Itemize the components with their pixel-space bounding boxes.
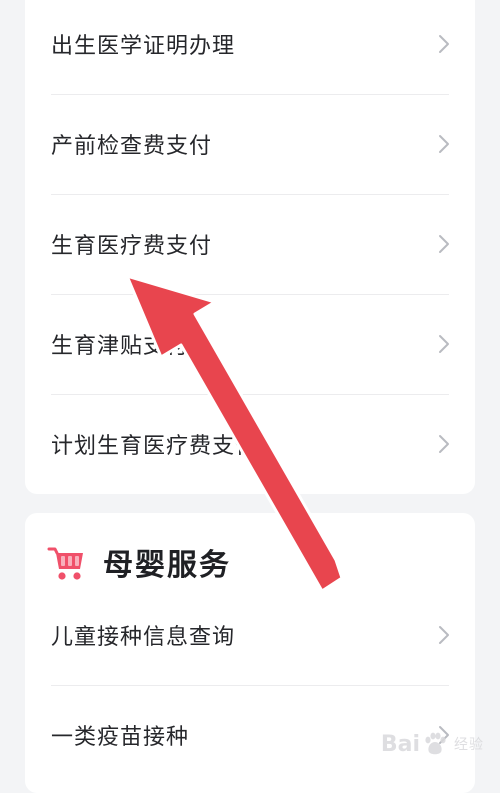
list-item-family-planning-fee[interactable]: 计划生育医疗费支付 xyxy=(25,394,475,494)
watermark-brand: Bai xyxy=(380,731,420,757)
chevron-right-icon xyxy=(439,135,449,153)
chevron-right-icon xyxy=(439,35,449,53)
list-item-label: 一类疫苗接种 xyxy=(51,725,190,750)
list-item-birth-certificate[interactable]: 出生医学证明办理 xyxy=(25,0,475,94)
chevron-right-icon xyxy=(439,626,449,644)
list-item-child-vaccination-query[interactable]: 儿童接种信息查询 xyxy=(25,585,475,685)
list-item-label: 计划生育医疗费支付 xyxy=(51,434,259,459)
list-item-label: 生育津贴支付 xyxy=(51,334,190,359)
section-title: 母婴服务 xyxy=(103,548,231,583)
list-item-label: 儿童接种信息查询 xyxy=(51,625,236,650)
list-item-label: 出生医学证明办理 xyxy=(51,34,236,59)
list-item-label: 生育医疗费支付 xyxy=(51,234,213,259)
list-item-maternity-medical-fee[interactable]: 生育医疗费支付 xyxy=(25,194,475,294)
paw-icon xyxy=(425,732,446,755)
chevron-right-icon xyxy=(439,435,449,453)
baidu-watermark: Bai 经验 xyxy=(381,731,484,757)
service-list-card: 出生医学证明办理 产前检查费支付 生育医疗费支付 生育津贴支付 计划生育医疗费支… xyxy=(25,0,475,494)
stroller-icon xyxy=(47,547,83,580)
chevron-right-icon xyxy=(439,335,449,353)
chevron-right-icon xyxy=(439,235,449,253)
section-header: 母婴服务 xyxy=(47,537,447,587)
list-item-label: 产前检查费支付 xyxy=(51,134,213,159)
watermark-suffix: 经验 xyxy=(454,737,484,753)
list-item-prenatal-fee[interactable]: 产前检查费支付 xyxy=(25,94,475,194)
list-item-maternity-allowance[interactable]: 生育津贴支付 xyxy=(25,294,475,394)
